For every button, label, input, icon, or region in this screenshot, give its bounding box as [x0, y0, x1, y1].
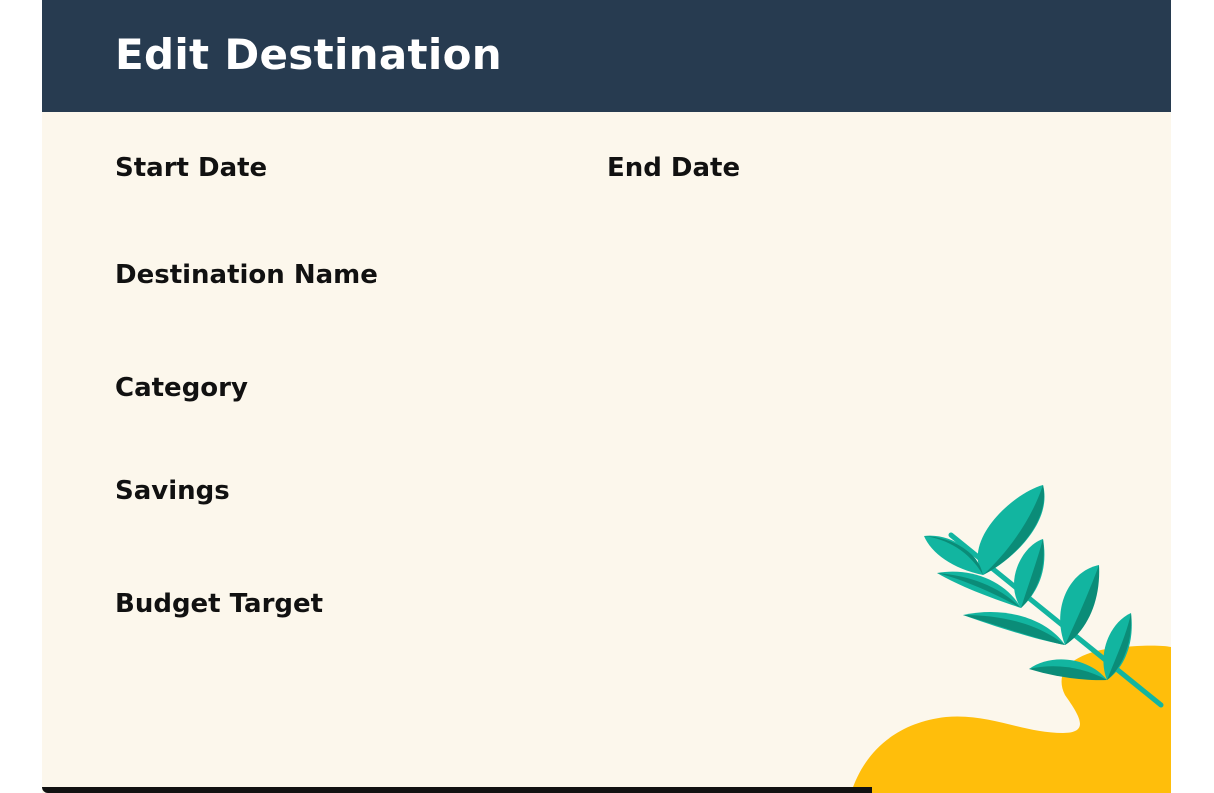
card-bottom-edge	[42, 787, 872, 793]
start-date-label: Start Date	[115, 153, 268, 183]
plant-branch-illustration	[851, 485, 1171, 793]
page-title: Edit Destination	[115, 30, 502, 79]
savings-input[interactable]	[115, 519, 935, 549]
destination-name-input[interactable]	[115, 303, 1027, 333]
end-date-label: End Date	[607, 153, 741, 183]
header-bar: Edit Destination	[42, 0, 1171, 112]
destination-name-label: Destination Name	[115, 260, 378, 290]
budget-target-label: Budget Target	[115, 589, 324, 619]
category-input[interactable]	[115, 416, 1027, 446]
yellow-blob-shape	[851, 645, 1171, 793]
start-date-input[interactable]	[115, 196, 535, 226]
leaf-shape	[937, 571, 1021, 608]
category-label: Category	[115, 373, 248, 403]
savings-label: Savings	[115, 476, 230, 506]
budget-target-input[interactable]	[115, 632, 935, 662]
end-date-input[interactable]	[607, 196, 1027, 226]
edit-destination-card: Edit Destination Start Date End Date Des…	[42, 0, 1171, 793]
